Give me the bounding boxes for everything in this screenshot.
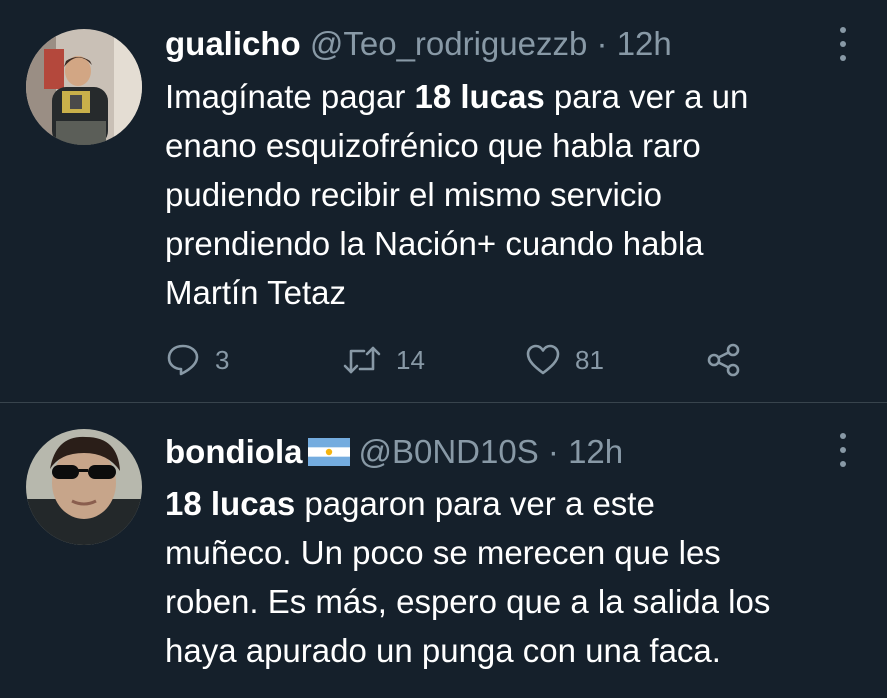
tweet-header: gualicho @Teo_rodriguezzb · 12h	[165, 26, 672, 62]
bold-text: 18 lucas	[165, 485, 296, 522]
tweet-line: haya apurado un punga con una faca.	[165, 632, 721, 669]
argentina-flag-icon	[308, 437, 351, 467]
reply-count: 3	[215, 344, 230, 375]
timestamp[interactable]: 12h	[568, 433, 623, 470]
tweet-line: 18 lucas pagaron para ver a este	[165, 485, 655, 522]
author-handle[interactable]: @B0ND10S	[358, 433, 538, 470]
share-icon	[707, 343, 740, 377]
like-button[interactable]: 81	[525, 338, 604, 382]
avatar-image	[26, 29, 142, 145]
separator-dot: ·	[547, 433, 559, 470]
share-button[interactable]	[706, 338, 742, 382]
tweet-line: roben. Es más, espero que a la salida lo…	[165, 583, 771, 620]
bold-text: 18 lucas	[414, 78, 545, 115]
tweet-line: enano esquizofrénico que habla raro	[165, 127, 701, 164]
tweet[interactable]: gualicho @Teo_rodriguezzb · 12h Imagínat…	[0, 0, 887, 403]
more-options-icon[interactable]	[833, 433, 853, 467]
tweet-actions: 3 14 81	[0, 338, 887, 382]
heart-icon	[526, 344, 560, 375]
tweet-line: pudiendo recibir el mismo servicio	[165, 176, 663, 213]
like-count: 81	[575, 344, 604, 375]
tweet-text: Imagínate pagar 18 lucas para ver a un e…	[165, 72, 865, 317]
retweet-icon	[343, 346, 381, 374]
tweet-line: Martín Tetaz	[165, 274, 346, 311]
tweet-line: muñeco. Un poco se merecen que les	[165, 534, 721, 571]
timestamp[interactable]: 12h	[617, 25, 672, 62]
reply-button[interactable]: 3	[165, 338, 229, 382]
tweet-line: Imagínate pagar 18 lucas para ver a un	[165, 78, 749, 115]
more-options-icon[interactable]	[833, 27, 853, 61]
separator-dot: ·	[596, 25, 608, 62]
retweet-button[interactable]: 14	[342, 338, 425, 382]
reply-icon	[167, 344, 199, 376]
tweet-text: 18 lucas pagaron para ver a este muñeco.…	[165, 479, 865, 675]
tweet[interactable]: bondiola @B0ND10S · 12h 18 lucas pagaron …	[0, 403, 887, 698]
retweet-count: 14	[396, 344, 425, 375]
author-name[interactable]: gualicho	[165, 25, 301, 62]
tweet-header: bondiola @B0ND10S · 12h	[165, 434, 623, 470]
avatar[interactable]	[26, 429, 142, 545]
avatar-image	[26, 429, 142, 545]
avatar[interactable]	[26, 29, 142, 145]
author-name[interactable]: bondiola	[165, 433, 302, 470]
author-handle[interactable]: @Teo_rodriguezzb	[310, 25, 588, 62]
tweet-line: prendiendo la Nación+ cuando habla	[165, 225, 704, 262]
